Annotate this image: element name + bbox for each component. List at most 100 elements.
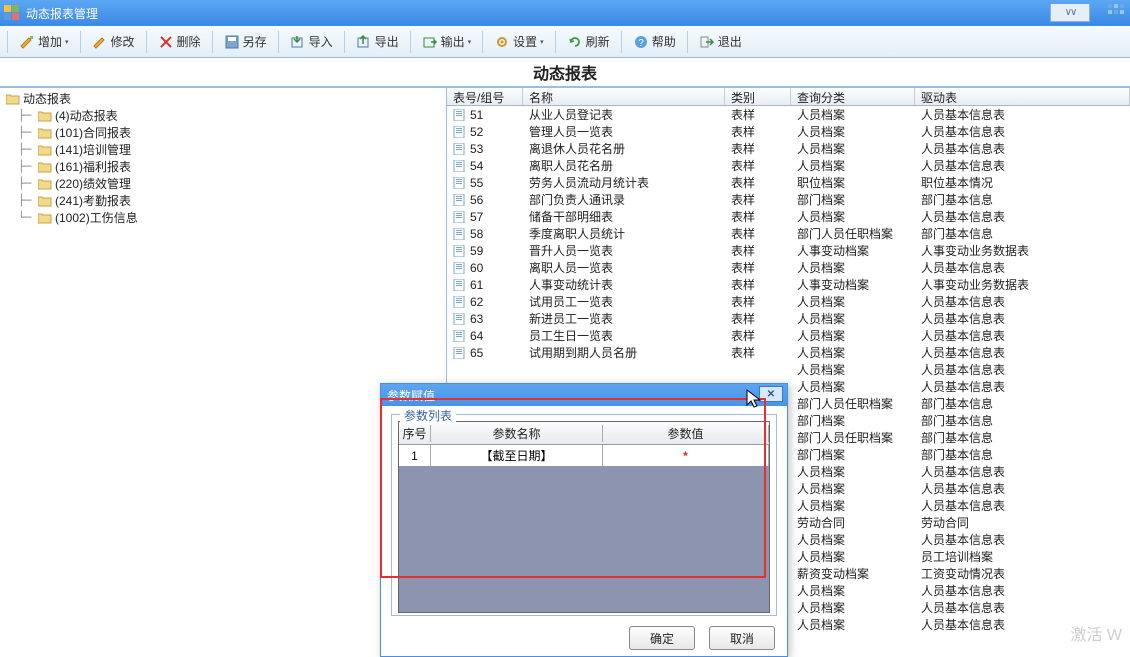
add-button[interactable]: 增加 ▾ <box>12 29 76 54</box>
col-header-drive[interactable]: 驱动表 <box>915 88 1130 105</box>
folder-icon <box>38 178 52 190</box>
dialog-title: 参数赋值 <box>387 387 435 404</box>
export-button[interactable]: 导出 <box>349 29 406 54</box>
dropdown-caret-icon: ▾ <box>468 38 472 46</box>
param-row[interactable]: 1 【截至日期】 * <box>399 444 769 466</box>
fieldset-legend: 参数列表 <box>400 407 456 424</box>
page-title: 动态报表 <box>0 58 1130 88</box>
cancel-button[interactable]: 取消 <box>709 626 775 650</box>
tree-item[interactable]: ├─(141)培训管理 <box>0 141 446 158</box>
ok-button[interactable]: 确定 <box>629 626 695 650</box>
table-row[interactable]: 57储备干部明细表表样人员档案人员基本信息表 <box>447 208 1130 225</box>
titlebar-right-icon: ∨∨ <box>1050 0 1090 26</box>
table-row[interactable]: 64员工生日一览表表样人员档案人员基本信息表 <box>447 327 1130 344</box>
tree-item[interactable]: ├─(220)绩效管理 <box>0 175 446 192</box>
svg-text:?: ? <box>638 38 644 49</box>
document-icon <box>453 296 466 308</box>
output-button[interactable]: 输出 ▾ <box>415 29 479 54</box>
folder-icon <box>38 144 52 156</box>
tree-item[interactable]: ├─(161)福利报表 <box>0 158 446 175</box>
import-icon <box>290 34 306 50</box>
table-row[interactable]: 56部门负责人通讯录表样部门档案部门基本信息 <box>447 191 1130 208</box>
table-row[interactable]: 60离职人员一览表表样人员档案人员基本信息表 <box>447 259 1130 276</box>
chevron-down-icon[interactable]: ∨∨ <box>1050 4 1090 22</box>
document-icon <box>453 177 466 189</box>
dropdown-caret-icon: ▾ <box>65 38 69 46</box>
document-icon <box>453 262 466 274</box>
param-fieldset: 参数列表 序号 参数名称 参数值 1 【截至日期】 * <box>391 414 777 616</box>
document-icon <box>453 330 466 342</box>
gear-icon <box>494 34 510 50</box>
param-value-cell[interactable]: * <box>603 445 769 466</box>
table-row[interactable]: 55劳务人员流动月统计表表样职位档案职位基本情况 <box>447 174 1130 191</box>
app-icon <box>4 5 20 21</box>
edit-icon <box>92 34 108 50</box>
tree-item[interactable]: ├─(241)考勤报表 <box>0 192 446 209</box>
col-header-type[interactable]: 类别 <box>725 88 791 105</box>
folder-icon <box>38 161 52 173</box>
param-header: 序号 参数名称 参数值 <box>399 422 769 444</box>
export-icon <box>356 34 372 50</box>
saveas-icon <box>224 34 240 50</box>
document-icon <box>453 245 466 257</box>
document-icon <box>453 160 466 172</box>
folder-icon <box>38 195 52 207</box>
folder-icon <box>38 212 52 224</box>
settings-button[interactable]: 设置 ▾ <box>487 29 551 54</box>
table-row[interactable]: 63新进员工一览表表样人员档案人员基本信息表 <box>447 310 1130 327</box>
tree-item[interactable]: ├─(101)合同报表 <box>0 124 446 141</box>
saveas-button[interactable]: 另存 <box>217 29 274 54</box>
table-row[interactable]: 53离退休人员花名册表样人员档案人员基本信息表 <box>447 140 1130 157</box>
document-icon <box>453 109 466 121</box>
document-icon <box>453 211 466 223</box>
delete-icon <box>158 34 174 50</box>
table-row[interactable]: 52管理人员一览表表样人员档案人员基本信息表 <box>447 123 1130 140</box>
dropdown-caret-icon: ▾ <box>540 38 544 46</box>
param-empty-area <box>399 466 769 612</box>
output-icon <box>422 34 438 50</box>
document-icon <box>453 126 466 138</box>
dialog-close-button[interactable]: ✕ <box>759 386 783 402</box>
tree-root[interactable]: 动态报表 <box>0 90 446 107</box>
refresh-icon <box>567 34 583 50</box>
table-row[interactable]: 人员档案人员基本信息表 <box>447 361 1130 378</box>
table-row[interactable]: 61人事变动统计表表样人事变动档案人事变动业务数据表 <box>447 276 1130 293</box>
document-icon <box>453 279 466 291</box>
tree-item[interactable]: └─(1002)工伤信息 <box>0 209 446 226</box>
help-button[interactable]: ? 帮助 <box>626 29 683 54</box>
param-seq: 1 <box>399 445 431 466</box>
param-col-name: 参数名称 <box>431 425 603 442</box>
table-row[interactable]: 65试用期到期人员名册表样人员档案人员基本信息表 <box>447 344 1130 361</box>
document-icon <box>453 313 466 325</box>
param-col-value: 参数值 <box>603 425 769 442</box>
help-icon: ? <box>633 34 649 50</box>
window-titlebar: 动态报表管理 ∨∨ <box>0 0 1130 26</box>
col-header-name[interactable]: 名称 <box>523 88 725 105</box>
mosaic-icon <box>1108 4 1124 20</box>
tree-item[interactable]: ├─(4)动态报表 <box>0 107 446 124</box>
edit-button[interactable]: 修改 <box>85 29 142 54</box>
folder-icon <box>38 127 52 139</box>
windows-watermark: 激活 W <box>1070 621 1122 645</box>
table-row[interactable]: 59晋升人员一览表表样人事变动档案人事变动业务数据表 <box>447 242 1130 259</box>
delete-button[interactable]: 删除 <box>151 29 208 54</box>
import-button[interactable]: 导入 <box>283 29 340 54</box>
dialog-titlebar: 参数赋值 ✕ <box>381 384 787 406</box>
table-row[interactable]: 51从业人员登记表表样人员档案人员基本信息表 <box>447 106 1130 123</box>
refresh-button[interactable]: 刷新 <box>560 29 617 54</box>
param-name: 【截至日期】 <box>431 445 603 466</box>
exit-button[interactable]: 退出 <box>692 29 749 54</box>
param-table: 序号 参数名称 参数值 1 【截至日期】 * <box>398 421 770 613</box>
param-dialog: 参数赋值 ✕ 参数列表 序号 参数名称 参数值 1 【截至日期】 * 确定 取消 <box>380 383 788 657</box>
add-icon <box>19 34 35 50</box>
exit-icon <box>699 34 715 50</box>
param-col-seq: 序号 <box>399 425 431 442</box>
window-title: 动态报表管理 <box>26 5 98 22</box>
table-row[interactable]: 58季度离职人员统计表样部门人员任职档案部门基本信息 <box>447 225 1130 242</box>
col-header-id[interactable]: 表号/组号 <box>447 88 523 105</box>
table-row[interactable]: 62试用员工一览表表样人员档案人员基本信息表 <box>447 293 1130 310</box>
document-icon <box>453 228 466 240</box>
table-row[interactable]: 54离职人员花名册表样人员档案人员基本信息表 <box>447 157 1130 174</box>
col-header-query[interactable]: 查询分类 <box>791 88 915 105</box>
grid-header: 表号/组号 名称 类别 查询分类 驱动表 <box>447 88 1130 106</box>
